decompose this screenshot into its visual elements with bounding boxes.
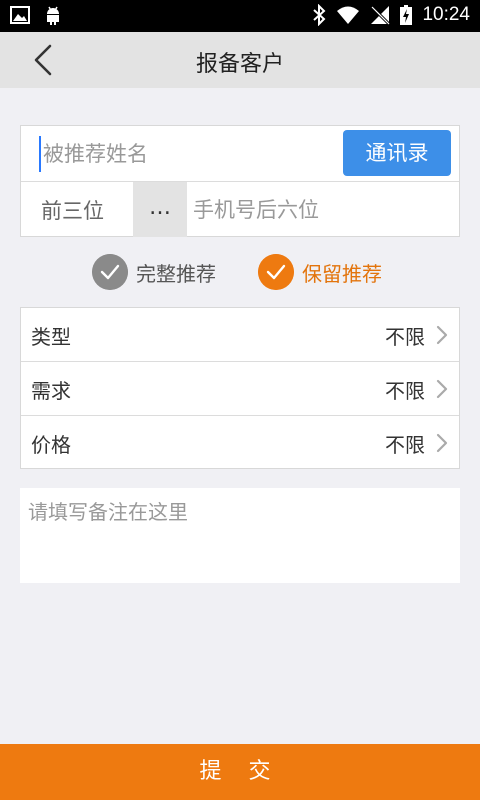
name-row: 通讯录 bbox=[21, 126, 459, 182]
header-bar: 报备客户 bbox=[0, 32, 480, 88]
status-time: 10:24 bbox=[422, 4, 470, 25]
filter-label: 类型 bbox=[31, 325, 71, 349]
option-full-label: 完整推荐 bbox=[136, 261, 216, 286]
filter-value: 不限 bbox=[385, 433, 425, 457]
chevron-right-icon bbox=[436, 325, 448, 345]
battery-charging-icon bbox=[400, 5, 413, 25]
option-keep-label: 保留推荐 bbox=[302, 261, 382, 286]
status-bar: 10:24 bbox=[0, 0, 480, 32]
phone-mask: … bbox=[133, 182, 187, 237]
check-circle-icon bbox=[258, 254, 294, 290]
phone-suffix-input[interactable] bbox=[193, 192, 443, 228]
option-keep-recommend[interactable]: 保留推荐 bbox=[258, 254, 382, 290]
bluetooth-icon bbox=[313, 4, 326, 26]
filter-label: 需求 bbox=[31, 379, 71, 403]
check-circle-icon bbox=[92, 254, 128, 290]
filter-list: 类型 不限 需求 不限 价格 不限 bbox=[20, 307, 460, 469]
filter-value: 不限 bbox=[385, 379, 425, 403]
no-signal-icon bbox=[371, 5, 391, 25]
remark-textarea[interactable] bbox=[20, 488, 460, 583]
chevron-right-icon bbox=[436, 379, 448, 399]
filter-row-demand[interactable]: 需求 不限 bbox=[21, 362, 459, 416]
chevron-right-icon bbox=[436, 433, 448, 453]
contacts-button[interactable]: 通讯录 bbox=[343, 130, 451, 176]
recommend-info-card: 通讯录 前三位 … bbox=[20, 125, 460, 237]
phone-prefix-label: 前三位 bbox=[41, 199, 104, 223]
filter-value: 不限 bbox=[385, 325, 425, 349]
wifi-icon bbox=[337, 6, 360, 24]
submit-button[interactable]: 提 交 bbox=[0, 744, 480, 800]
filter-row-type[interactable]: 类型 不限 bbox=[21, 308, 459, 362]
option-full-recommend[interactable]: 完整推荐 bbox=[92, 254, 216, 290]
image-icon bbox=[10, 6, 30, 24]
phone-row: 前三位 … bbox=[21, 182, 459, 237]
name-input[interactable] bbox=[39, 136, 339, 172]
filter-row-price[interactable]: 价格 不限 bbox=[21, 416, 459, 470]
page-title: 报备客户 bbox=[195, 52, 284, 77]
filter-label: 价格 bbox=[31, 433, 71, 457]
android-icon bbox=[47, 6, 59, 25]
